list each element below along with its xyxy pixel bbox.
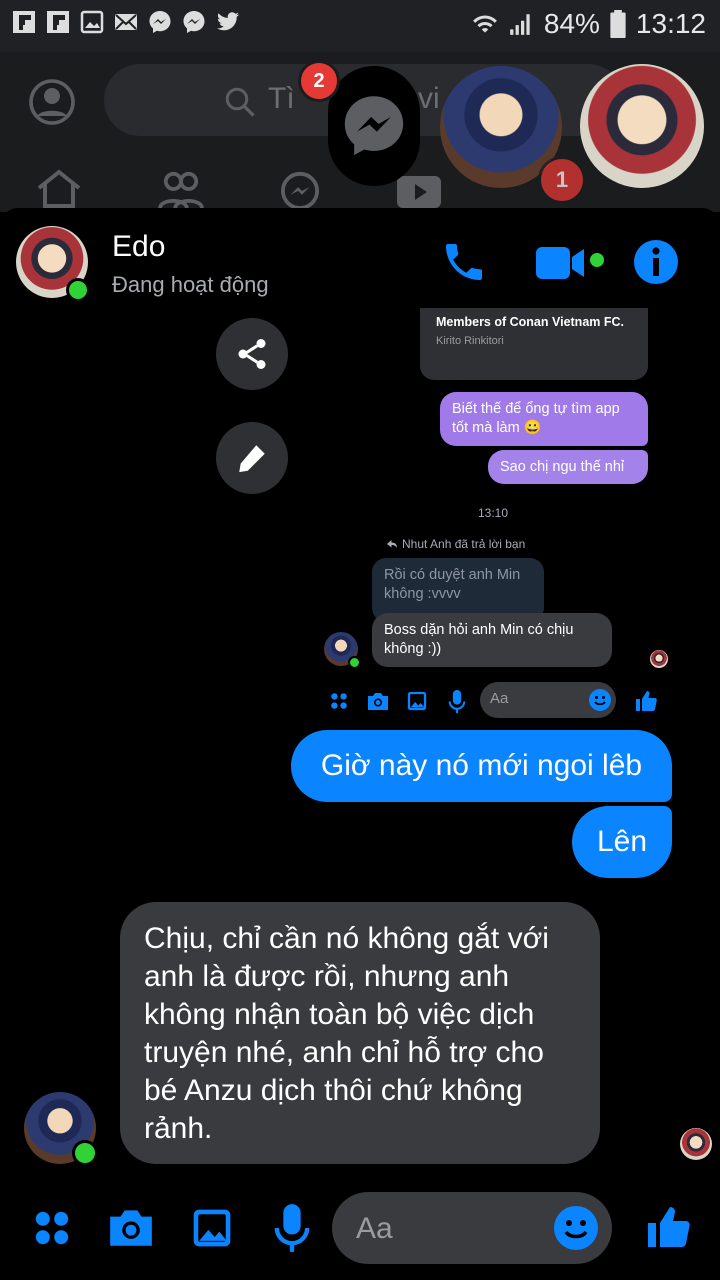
edit-button[interactable] <box>216 422 288 494</box>
search-placeholder-partial-2: vi <box>418 82 440 115</box>
reply-label: Nhut Anh đã trả lời bạn <box>402 537 526 551</box>
chathead-badge: 1 <box>538 156 586 204</box>
embedded-timestamp: 13:10 <box>478 506 509 520</box>
share-button[interactable] <box>216 318 288 390</box>
sent-message-2-text: Lên <box>596 825 648 858</box>
quoted-card: Members of Conan Vietnam FC. Kirito Rink… <box>420 308 648 380</box>
messenger-badge: 2 <box>298 60 340 102</box>
embedded-sent-1: Biết thế để ổng tự tìm app tốt mà làm 😀 <box>440 392 648 446</box>
mail-icon <box>115 14 137 30</box>
embedded-composer-input: Aa <box>480 682 616 718</box>
contact-name[interactable]: Edo <box>112 230 165 264</box>
received-message-1-text: Chịu, chỉ cần nó không gắt với anh là đư… <box>144 922 549 1145</box>
clock: 13:12 <box>635 8 706 39</box>
home-icon <box>37 169 81 208</box>
embedded-sent-2: Sao chị ngu thế nhỉ <box>488 450 648 484</box>
profile-icon <box>29 79 75 125</box>
twitter-icon <box>217 12 239 31</box>
sender-online-dot <box>72 1140 98 1166</box>
sent-message-2[interactable]: Lên <box>572 806 672 878</box>
emoji-icon[interactable] <box>552 1204 600 1252</box>
search-icon <box>225 87 255 117</box>
messenger-icon <box>149 11 171 33</box>
microphone-icon <box>448 690 466 713</box>
gallery-icon[interactable] <box>190 1206 234 1250</box>
gallery-icon <box>407 691 427 711</box>
embedded-seen-avatar <box>650 650 668 668</box>
sent-message-1-text: Giờ này nó mới ngoi lêb <box>320 749 643 782</box>
seen-avatar <box>680 1128 712 1160</box>
thumbs-up-icon <box>636 691 657 711</box>
flipboard-icon <box>13 11 35 33</box>
sent-message-1[interactable]: Giờ này nó mới ngoi lêb <box>291 730 672 802</box>
status-right: 84% 13:12 <box>472 8 706 40</box>
video-active-dot <box>590 253 604 267</box>
pencil-icon <box>239 445 265 473</box>
messenger-icon <box>344 96 404 156</box>
microphone-icon[interactable] <box>274 1202 310 1254</box>
wifi-icon <box>472 15 497 33</box>
emoji-icon <box>589 689 611 711</box>
info-icon[interactable] <box>632 238 680 286</box>
messenger-chathead[interactable] <box>328 66 420 186</box>
flipboard-icon <box>47 11 69 33</box>
thumbs-up-icon[interactable] <box>644 1202 692 1252</box>
contact-status: Đang hoạt động <box>112 272 269 297</box>
phone-call-icon[interactable] <box>440 238 488 286</box>
battery-icon <box>610 10 626 38</box>
message-input[interactable]: Aa <box>332 1192 612 1264</box>
received-message-1[interactable]: Chịu, chỉ cần nó không gắt với anh là đư… <box>120 902 600 1164</box>
video-tab-icon <box>397 176 441 208</box>
online-indicator <box>66 278 90 302</box>
embedded-online-dot <box>348 656 361 669</box>
search-placeholder-partial: Tì <box>268 82 295 115</box>
signal-icon <box>510 14 530 35</box>
status-bar: 84% 13:12 <box>0 0 720 52</box>
messenger-tab-icon <box>281 171 319 208</box>
battery-percent: 84% <box>543 8 600 39</box>
embedded-composer: Aa <box>326 682 666 718</box>
reply-arrow-icon <box>387 540 397 548</box>
notification-icons <box>12 10 240 34</box>
camera-icon[interactable] <box>106 1204 156 1250</box>
quoted-title: Members of Conan Vietnam FC. <box>436 315 624 329</box>
gallery-icon <box>80 10 104 34</box>
reply-label-row: Nhut Anh đã trả lời bạn <box>386 537 525 551</box>
video-call-icon[interactable] <box>536 244 588 282</box>
camera-icon <box>368 693 388 710</box>
message-input-placeholder: Aa <box>356 1212 393 1245</box>
people-icon <box>158 171 204 208</box>
embedded-composer-placeholder: Aa <box>490 690 509 707</box>
apps-icon[interactable] <box>30 1206 74 1250</box>
chathead-avatar-2[interactable] <box>580 64 704 188</box>
apps-icon <box>331 693 347 709</box>
reply-message: Boss dặn hỏi anh Min có chịu không :)) <box>372 613 612 667</box>
quoted-author: Kirito Rinkitori <box>436 335 504 347</box>
messenger-icon <box>183 11 205 33</box>
share-icon <box>238 339 266 369</box>
